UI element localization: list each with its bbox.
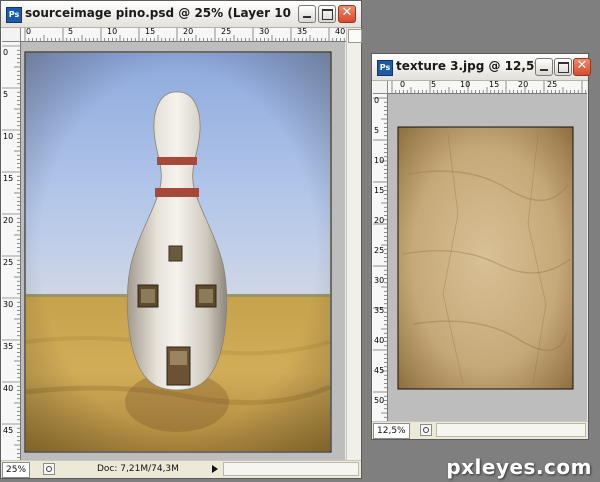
title-bar[interactable]: Ps texture 3.jpg @ 12,5% ... ✕: [372, 54, 591, 81]
parchment-texture-image: [388, 94, 587, 422]
document-window-sourceimage[interactable]: Ps sourceimage pino.psd @ 25% (Layer 10 …: [0, 0, 362, 479]
ruler-label: 30: [374, 276, 385, 285]
ruler-label: 0: [374, 96, 380, 105]
minimize-button[interactable]: [298, 5, 316, 23]
ruler-label: 50: [374, 396, 385, 405]
status-bar: 12,5%: [372, 421, 588, 439]
ruler-label: 10: [374, 156, 385, 165]
ruler-label: 45: [374, 366, 385, 375]
maximize-button[interactable]: [554, 58, 572, 76]
ruler-label: 20: [3, 216, 14, 225]
ruler-label: 35: [3, 342, 14, 351]
vertical-ruler[interactable]: 0 5 10 15 20 25 30 35 40 45 50: [373, 94, 388, 422]
close-button[interactable]: ✕: [338, 5, 356, 23]
ruler-label: 25: [547, 81, 558, 89]
ruler-label: 5: [431, 81, 437, 89]
bowling-pin-house-artwork: [21, 42, 345, 460]
photoshop-icon: Ps: [377, 60, 393, 76]
zoom-level-field[interactable]: 25%: [2, 462, 31, 478]
ruler-label: 10: [3, 132, 14, 141]
photoshop-icon: Ps: [6, 7, 22, 23]
document-canvas[interactable]: [388, 94, 587, 422]
ruler-label: 10: [460, 81, 471, 89]
horizontal-scrollbar[interactable]: [223, 462, 359, 476]
ruler-label: 40: [335, 28, 346, 36]
ruler-label: 15: [3, 174, 14, 183]
minimize-button[interactable]: [535, 58, 553, 76]
zoom-level-field[interactable]: 12,5%: [373, 423, 410, 439]
ruler-label: 40: [3, 384, 14, 393]
ruler-label: 25: [374, 246, 385, 255]
quick-mask-icon[interactable]: [43, 463, 55, 475]
ruler-label: 25: [221, 28, 232, 36]
close-icon: ✕: [341, 5, 353, 20]
scroll-up-button[interactable]: [348, 29, 362, 43]
window-title: sourceimage pino.psd @ 25% (Layer 10 cop…: [25, 6, 295, 20]
window-title: texture 3.jpg @ 12,5% ...: [396, 59, 536, 73]
quick-mask-icon[interactable]: [420, 424, 432, 436]
vertical-ruler[interactable]: 0 5 10 15 20 25 30 35 40 45: [2, 42, 21, 460]
document-canvas[interactable]: [21, 42, 345, 460]
ruler-label: 20: [374, 216, 385, 225]
ruler-label: 5: [374, 126, 380, 135]
horizontal-scrollbar[interactable]: [436, 423, 586, 437]
ruler-label: 5: [68, 28, 74, 36]
status-menu-arrow-icon[interactable]: [212, 465, 218, 473]
ruler-label: 15: [145, 28, 156, 36]
maximize-icon: [558, 62, 569, 73]
ruler-label: 5: [3, 90, 9, 99]
maximize-button[interactable]: [318, 5, 336, 23]
vertical-scrollbar[interactable]: [346, 28, 362, 460]
ruler-origin[interactable]: [373, 81, 388, 94]
ruler-label: 0: [3, 48, 9, 57]
minimize-icon: [303, 16, 311, 18]
ruler-label: 20: [183, 28, 194, 36]
ruler-label: 45: [3, 426, 14, 435]
close-button[interactable]: ✕: [573, 58, 591, 76]
horizontal-ruler[interactable]: 0 5 10 15 20 25: [388, 81, 587, 94]
ruler-label: 20: [518, 81, 529, 89]
pxleyes-watermark: pxleyes.com: [446, 455, 592, 479]
ruler-label: 15: [374, 186, 385, 195]
ruler-ticks: [2, 45, 20, 458]
ruler-label: 10: [107, 28, 118, 36]
status-bar: 25% Doc: 7,21M/74,3M: [1, 460, 361, 478]
ruler-origin[interactable]: [2, 28, 21, 42]
ruler-label: 30: [259, 28, 270, 36]
document-size-info: Doc: 7,21M/74,3M: [97, 464, 179, 474]
ruler-label: 35: [297, 28, 308, 36]
ruler-label: 15: [489, 81, 500, 89]
ruler-label: 0: [26, 28, 32, 36]
horizontal-ruler[interactable]: 0 5 10 15 20 25 30 35 40: [21, 28, 346, 42]
minimize-icon: [540, 69, 548, 71]
document-window-texture[interactable]: Ps texture 3.jpg @ 12,5% ... ✕ 0 5 10 15…: [371, 53, 591, 440]
ruler-label: 30: [3, 300, 14, 309]
maximize-icon: [322, 9, 333, 20]
ruler-label: 40: [374, 336, 385, 345]
close-icon: ✕: [576, 58, 588, 73]
ruler-label: 35: [374, 306, 385, 315]
ruler-label: 25: [3, 258, 14, 267]
title-bar[interactable]: Ps sourceimage pino.psd @ 25% (Layer 10 …: [1, 1, 361, 28]
ruler-label: 0: [400, 81, 406, 89]
